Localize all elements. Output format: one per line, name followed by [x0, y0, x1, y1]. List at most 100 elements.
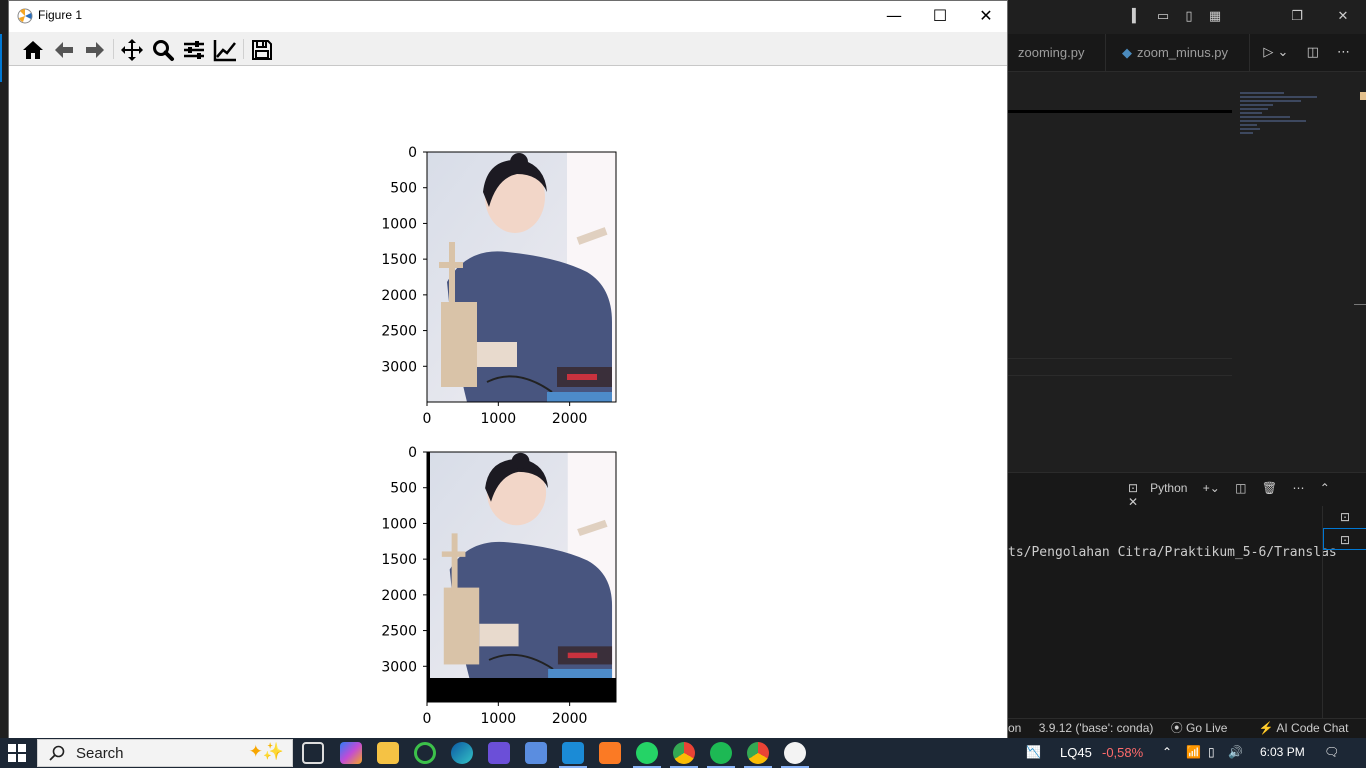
tab-label: zoom_minus.py — [1137, 45, 1229, 60]
tab-zoom-minus[interactable]: ◆ zoom_minus.py — [1112, 34, 1250, 72]
y-tick-label: 3000 — [381, 659, 417, 675]
taskbar-search[interactable]: Search ✦✨ — [37, 739, 293, 767]
editor-actions: ▷ ⌄ ◫ ⋯ — [1263, 34, 1350, 72]
app-green-ring-icon[interactable] — [414, 742, 436, 764]
system-tray: 📉 LQ45 -0,58% ⌃ 📶 ▯ 🔊 6:03 PM 🗨 — [1026, 738, 1366, 768]
customize-layout-icon[interactable]: ▦ — [1206, 8, 1224, 26]
chevron-up-icon[interactable]: ⌃ — [1162, 745, 1172, 759]
spotify-icon[interactable] — [710, 742, 732, 764]
whatsapp-icon[interactable] — [636, 742, 658, 764]
search-label: Search — [76, 745, 124, 762]
edit-axis-button[interactable] — [211, 36, 239, 64]
terminal-item-icon[interactable]: ⊡ — [1323, 528, 1366, 550]
stock-symbol[interactable]: LQ45 — [1060, 745, 1092, 760]
chrome-icon[interactable] — [673, 742, 695, 764]
subplots-button[interactable] — [180, 36, 208, 64]
restore-icon[interactable]: ❐ — [1288, 8, 1306, 26]
y-tick-label: 500 — [390, 481, 417, 497]
edge-icon[interactable] — [451, 742, 473, 764]
toggle-panel-icon[interactable]: ▭ — [1154, 8, 1172, 26]
vscode-icon[interactable] — [562, 742, 584, 764]
terminal-icon: ⊡ — [1128, 481, 1139, 495]
split-terminal-icon[interactable]: ◫ — [1235, 481, 1246, 495]
maximize-panel-icon[interactable]: ⌃ — [1320, 481, 1330, 495]
y-tick-label: 1500 — [381, 552, 417, 568]
x-tick-label: 2000 — [552, 411, 588, 427]
minimize-button[interactable]: — — [871, 1, 917, 32]
figure-titlebar[interactable]: Figure 1 — ☐ ✕ — [9, 1, 1007, 32]
terminal-header: ⊡ Python +⌄ ◫ 🗑 ⋯ ⌃ ✕ — [1128, 481, 1366, 509]
toolbar-separator — [113, 39, 114, 59]
y-tick-label: 500 — [390, 181, 417, 197]
back-button[interactable] — [50, 36, 78, 64]
y-tick-label: 2000 — [381, 588, 417, 604]
pan-button[interactable] — [118, 36, 146, 64]
save-icon — [252, 40, 272, 60]
copilot-icon[interactable] — [340, 742, 362, 764]
more-icon[interactable]: ⋯ — [1292, 481, 1304, 495]
ai-chat-label: AI Code Chat — [1276, 721, 1349, 735]
toggle-secondary-sidebar-icon[interactable]: ▯ — [1180, 8, 1198, 26]
matplotlib-figure-icon[interactable] — [784, 742, 806, 764]
y-tick-label: 1000 — [381, 216, 417, 232]
figure-window: Figure 1 — ☐ ✕ 0 1000 2000 0 500 1000 15… — [8, 0, 1008, 738]
y-tick-label: 3000 — [381, 359, 417, 375]
minimap[interactable] — [1240, 90, 1350, 150]
taskbar: Search ✦✨ 📉 LQ45 -0,58% ⌃ 📶 ▯ 🔊 6:03 PM … — [0, 738, 1366, 768]
run-icon[interactable]: ▷ ⌄ — [1263, 45, 1288, 60]
tab-zooming[interactable]: zooming.py — [1008, 34, 1106, 72]
add-terminal-icon[interactable]: +⌄ — [1203, 481, 1220, 495]
close-icon[interactable]: ✕ — [1334, 8, 1352, 26]
volume-icon[interactable]: 🔊 — [1228, 745, 1243, 759]
zoom-button[interactable] — [149, 36, 177, 64]
save-button[interactable] — [248, 36, 276, 64]
subplots-config-icon — [184, 41, 204, 59]
terminal-label[interactable]: Python — [1150, 481, 1187, 495]
status-language[interactable]: on — [1008, 721, 1021, 735]
editor-line — [1008, 110, 1232, 113]
forward-button[interactable] — [81, 36, 109, 64]
close-panel-icon[interactable]: ✕ — [1128, 495, 1138, 509]
x-tick-label: 1000 — [481, 711, 517, 727]
figure-canvas[interactable]: 0 1000 2000 0 500 1000 1500 2000 2500 3000 — [9, 66, 1007, 738]
wifi-icon[interactable]: 📶 — [1186, 745, 1201, 759]
xampp-icon[interactable] — [599, 742, 621, 764]
terminal-output[interactable]: ts/Pengolahan Citra/Praktikum_5-6/Transl… — [1008, 545, 1337, 560]
axes-bottom[interactable]: 0 1000 2000 0 500 1000 1500 2000 2500 3000 — [349, 442, 669, 742]
scrollbar-sash[interactable] — [1354, 304, 1366, 305]
stock-change[interactable]: -0,58% — [1102, 745, 1143, 760]
battery-icon[interactable]: ▯ — [1208, 745, 1215, 759]
x-tick-label: 2000 — [552, 711, 588, 727]
more-actions-icon[interactable]: ⋯ — [1337, 45, 1350, 60]
trash-icon[interactable]: 🗑 — [1262, 481, 1277, 495]
y-tick-label: 1500 — [381, 252, 417, 268]
chrome-icon[interactable] — [747, 742, 769, 764]
y-tick-label: 0 — [408, 445, 417, 461]
matplotlib-logo-icon — [17, 8, 33, 24]
status-bar: on 3.9.12 ('base': conda) ⦿ Go Live ⚡ AI… — [1008, 718, 1366, 738]
maximize-button[interactable]: ☐ — [917, 1, 963, 32]
split-editor-icon[interactable]: ◫ — [1307, 45, 1319, 60]
x-tick-label: 0 — [423, 411, 432, 427]
ai-chat-button[interactable]: ⚡ AI Code Chat — [1259, 721, 1363, 735]
go-live-button[interactable]: ⦿ Go Live — [1171, 721, 1242, 735]
divider — [1008, 375, 1232, 376]
home-button[interactable] — [19, 36, 47, 64]
clock[interactable]: 6:03 PM — [1260, 745, 1305, 759]
x-tick-label: 1000 — [481, 411, 517, 427]
toolbar-separator — [243, 39, 244, 59]
navigation-toolbar — [9, 32, 1007, 66]
file-explorer-icon[interactable] — [377, 742, 399, 764]
app-cube-icon[interactable] — [525, 742, 547, 764]
toggle-sidebar-icon[interactable]: ▍ — [1128, 8, 1146, 26]
axes-top[interactable]: 0 1000 2000 0 500 1000 1500 2000 2500 3000 — [349, 142, 669, 442]
close-button[interactable]: ✕ — [963, 1, 1009, 32]
status-interpreter[interactable]: 3.9.12 ('base': conda) — [1039, 721, 1154, 735]
windows-start-icon[interactable] — [8, 744, 26, 762]
terminal-item-icon[interactable]: ⊡ — [1323, 506, 1366, 528]
task-view-icon[interactable] — [302, 742, 324, 764]
notification-icon[interactable]: 🗨 — [1324, 745, 1339, 759]
stock-chart-icon[interactable]: 📉 — [1026, 745, 1041, 759]
y-tick-label: 2500 — [381, 324, 417, 340]
app-purple-icon[interactable] — [488, 742, 510, 764]
